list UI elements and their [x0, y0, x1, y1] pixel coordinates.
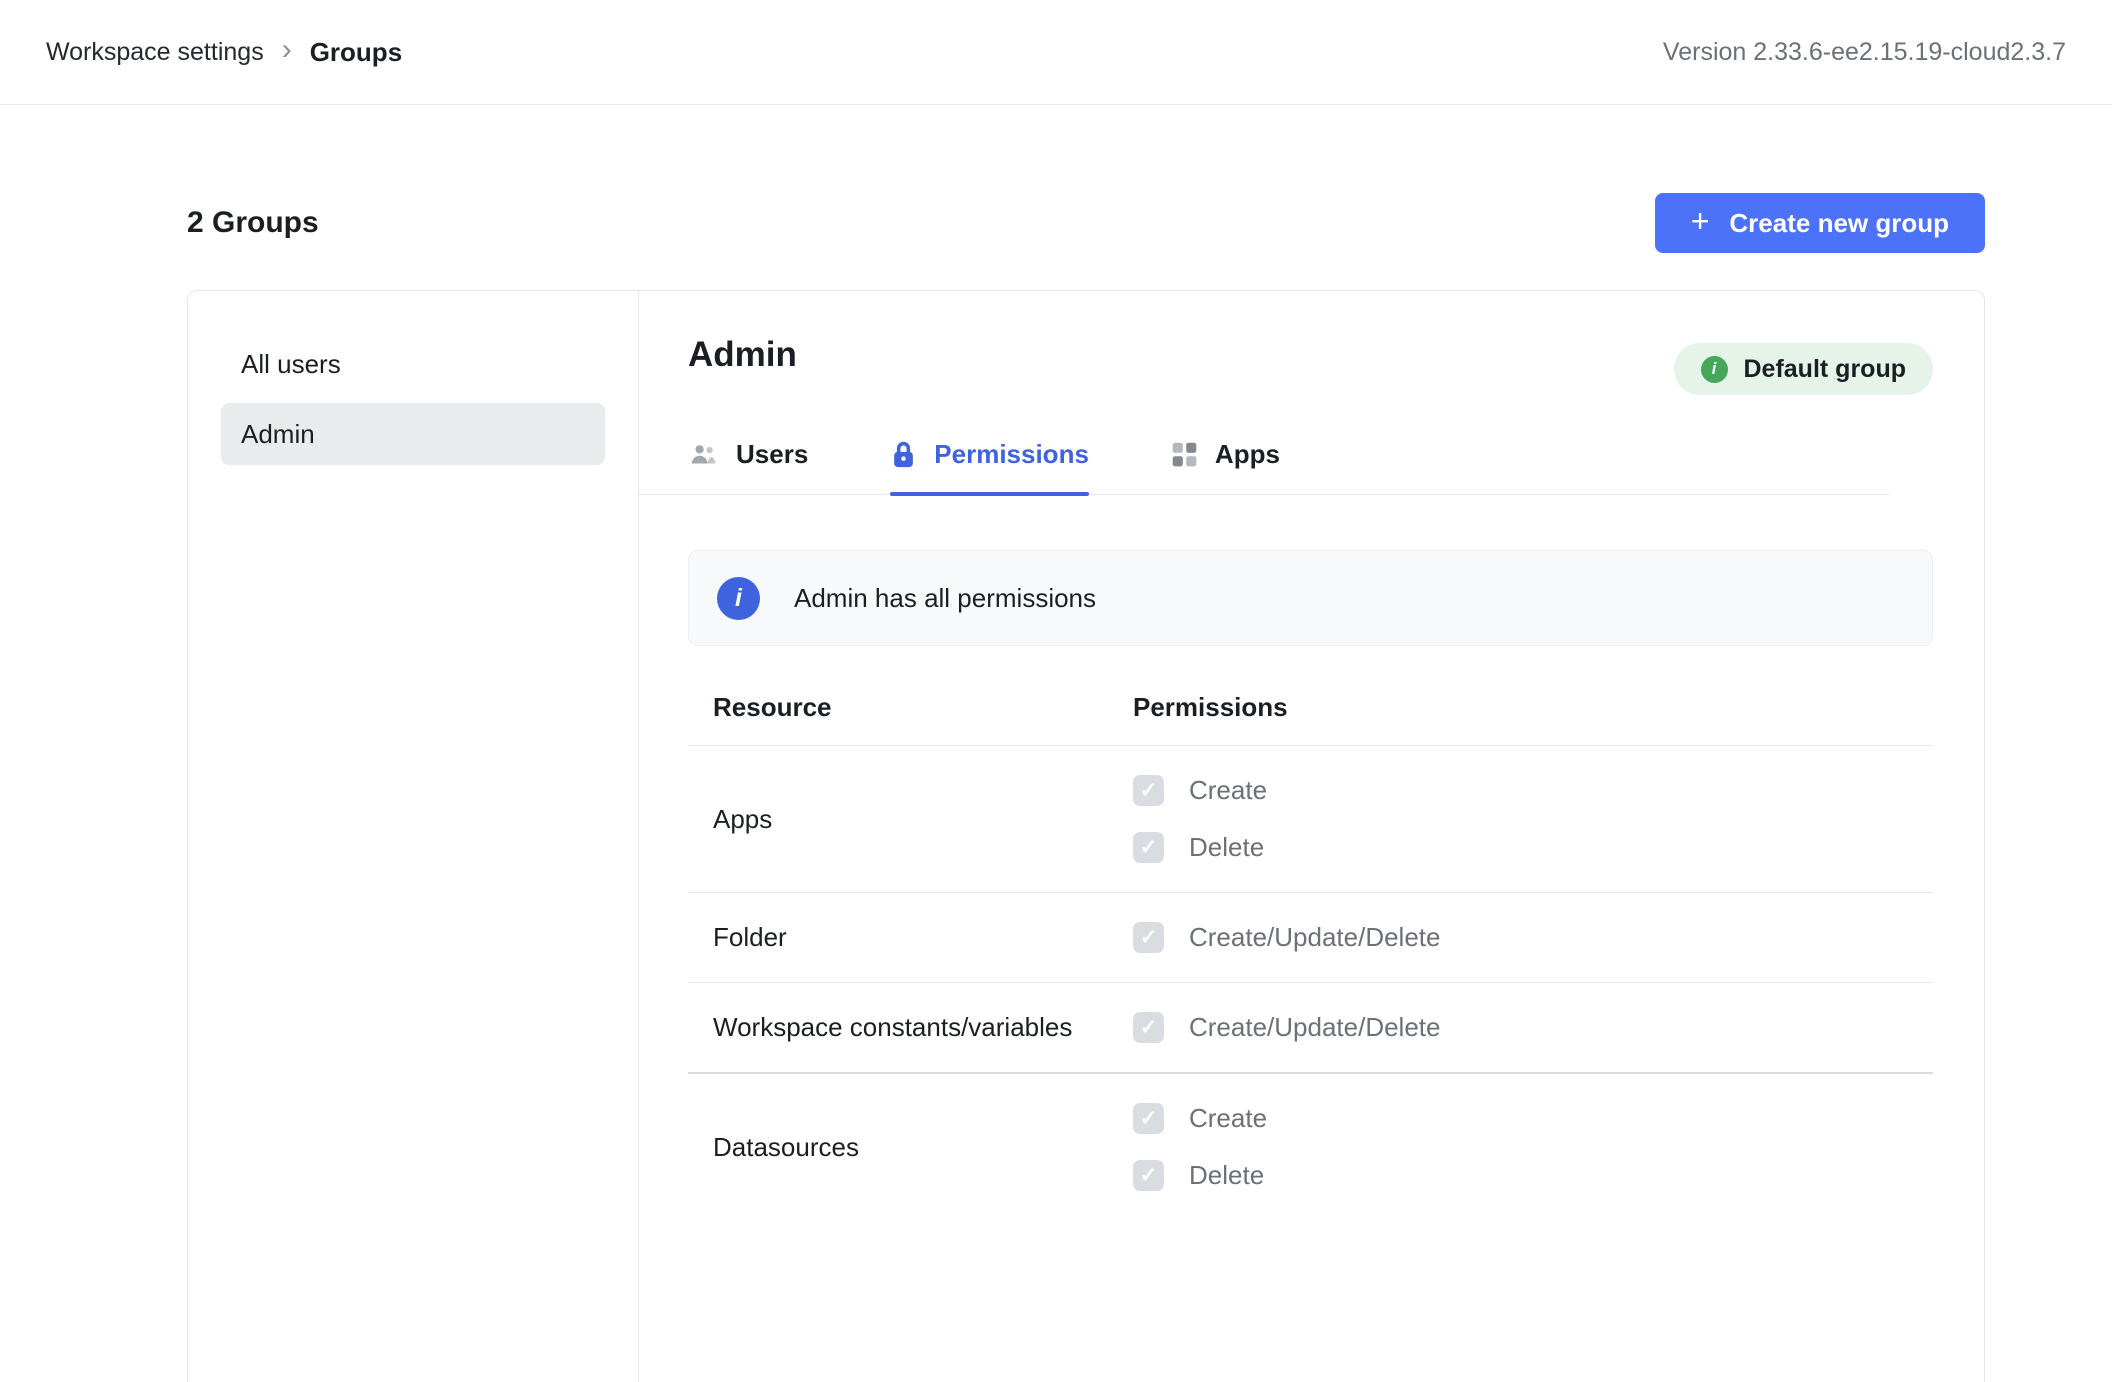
apps-delete-checkbox[interactable]: ✓: [1133, 832, 1164, 863]
resource-label: Apps: [688, 804, 1133, 835]
info-icon: i: [717, 577, 760, 620]
groups-sidebar: All users Admin: [188, 291, 639, 1382]
permission-label: Create/Update/Delete: [1189, 1012, 1440, 1043]
check-icon: ✓: [1140, 1165, 1158, 1186]
tab-bar: Users Permissions: [639, 439, 1889, 495]
permission-line: ✓ Delete: [1133, 1147, 1933, 1204]
sidebar-item-label: All users: [241, 349, 341, 380]
permission-label: Create/Update/Delete: [1189, 922, 1440, 953]
check-icon: ✓: [1140, 927, 1158, 948]
table-row-datasources: Datasources ✓ Create ✓ Delete: [688, 1074, 1933, 1220]
default-group-badge-label: Default group: [1744, 355, 1907, 384]
page-head: 2 Groups + Create new group: [187, 193, 1985, 253]
table-header-row: Resource Permissions: [688, 692, 1933, 746]
datasources-create-checkbox[interactable]: ✓: [1133, 1103, 1164, 1134]
check-icon: ✓: [1140, 780, 1158, 801]
groups-count-title: 2 Groups: [187, 206, 319, 240]
permission-label: Delete: [1189, 1160, 1264, 1191]
workspace-constants-cud-checkbox[interactable]: ✓: [1133, 1012, 1164, 1043]
permissions-table: Resource Permissions Apps ✓ Create ✓ Del…: [688, 692, 1933, 1220]
sidebar-item-admin[interactable]: Admin: [221, 403, 605, 465]
permission-label: Create: [1189, 775, 1267, 806]
tab-users[interactable]: Users: [688, 439, 808, 494]
info-icon: i: [1701, 356, 1728, 383]
create-new-group-label: Create new group: [1729, 208, 1949, 239]
group-detail-head: Admin i Default group: [688, 335, 1933, 395]
groups-card: All users Admin Admin i Default group: [187, 290, 1985, 1382]
check-icon: ✓: [1140, 1017, 1158, 1038]
table-row-apps: Apps ✓ Create ✓ Delete: [688, 746, 1933, 893]
apps-create-checkbox[interactable]: ✓: [1133, 775, 1164, 806]
check-icon: ✓: [1140, 1108, 1158, 1129]
table-row-folder: Folder ✓ Create/Update/Delete: [688, 893, 1933, 983]
info-banner: i Admin has all permissions: [688, 550, 1933, 646]
grid-icon: [1171, 441, 1198, 468]
permission-line: ✓ Create: [1133, 762, 1933, 819]
datasources-delete-checkbox[interactable]: ✓: [1133, 1160, 1164, 1191]
resource-label: Folder: [688, 922, 1133, 953]
tab-permissions-label: Permissions: [934, 439, 1089, 470]
sidebar-item-label: Admin: [241, 419, 315, 450]
permissions-column-header: Permissions: [1133, 692, 1933, 723]
tab-permissions[interactable]: Permissions: [890, 439, 1089, 494]
resource-label: Workspace constants/variables: [688, 1012, 1133, 1043]
permission-line: ✓ Create/Update/Delete: [1133, 999, 1933, 1056]
permission-label: Create: [1189, 1103, 1267, 1134]
group-title: Admin: [688, 335, 797, 375]
version-label: Version 2.33.6-ee2.15.19-cloud2.3.7: [1663, 38, 2066, 67]
chevron-right-icon: ›: [282, 35, 292, 65]
permission-line: ✓ Create: [1133, 1090, 1933, 1147]
breadcrumb-groups: Groups: [310, 37, 402, 68]
tab-users-label: Users: [736, 439, 808, 470]
resource-column-header: Resource: [688, 692, 1133, 723]
table-row-workspace-constants: Workspace constants/variables ✓ Create/U…: [688, 983, 1933, 1074]
folder-cud-checkbox[interactable]: ✓: [1133, 922, 1164, 953]
lock-icon: [890, 440, 917, 469]
tab-apps-label: Apps: [1215, 439, 1280, 470]
create-new-group-button[interactable]: + Create new group: [1655, 193, 1985, 253]
plus-icon: +: [1691, 205, 1710, 237]
resource-label: Datasources: [688, 1132, 1133, 1163]
group-detail-panel: Admin i Default group: [639, 291, 1984, 1382]
tab-apps[interactable]: Apps: [1171, 439, 1280, 494]
permission-label: Delete: [1189, 832, 1264, 863]
top-header: Workspace settings › Groups Version 2.33…: [0, 0, 2112, 105]
permission-line: ✓ Create/Update/Delete: [1133, 909, 1933, 966]
default-group-badge: i Default group: [1674, 343, 1934, 395]
permission-line: ✓ Delete: [1133, 819, 1933, 876]
breadcrumb: Workspace settings › Groups: [46, 37, 402, 68]
breadcrumb-workspace-settings[interactable]: Workspace settings: [46, 38, 264, 67]
check-icon: ✓: [1140, 837, 1158, 858]
users-icon: [688, 442, 719, 467]
info-banner-text: Admin has all permissions: [794, 583, 1096, 614]
main-content: 2 Groups + Create new group All users Ad…: [187, 193, 1985, 1382]
sidebar-item-all-users[interactable]: All users: [221, 333, 605, 395]
